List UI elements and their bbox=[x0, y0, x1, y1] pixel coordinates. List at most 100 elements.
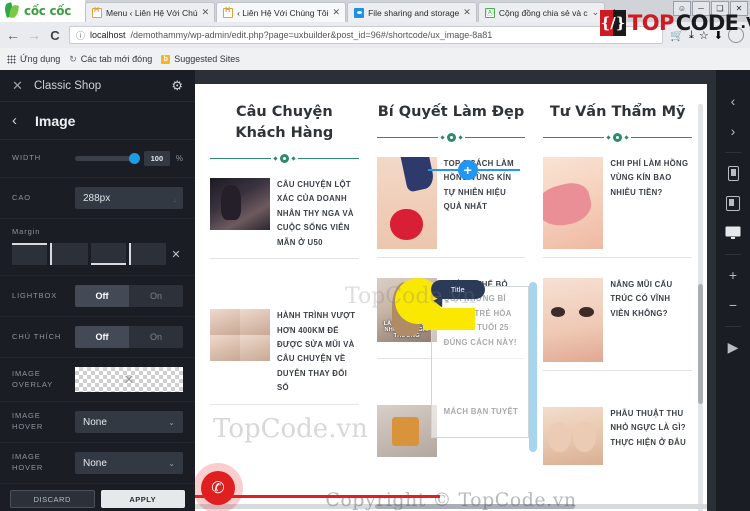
list-item[interactable]: CHI PHÍ LÀM HỒNG VÙNG KÍN BAO NHIÊU TIỀN… bbox=[543, 151, 693, 259]
close-icon[interactable]: ✕ bbox=[202, 7, 210, 18]
post-title[interactable]: PHẪU THUẬT THU NHỎ NGỰC LÀ GÌ? THỰC HIỆN… bbox=[610, 407, 692, 465]
column-title: Tư Vấn Thẩm Mỹ bbox=[549, 104, 686, 120]
close-icon[interactable]: ✕ bbox=[12, 78, 34, 94]
back-icon[interactable]: ← bbox=[6, 27, 20, 43]
image-hover-select[interactable]: None ⌄ bbox=[75, 411, 183, 433]
app-root: cốc cốc Menu ‹ Liên Hệ Với Chú ✕ ‹ Liên … bbox=[0, 0, 750, 511]
image-overlay-color-swatch[interactable]: ✕ bbox=[75, 367, 183, 392]
column-title: Câu Chuyện Khách Hàng bbox=[235, 104, 334, 142]
flower-ornament-icon bbox=[446, 133, 456, 143]
bookmark-label: Suggested Sites bbox=[174, 54, 240, 64]
margin-bottom-input[interactable] bbox=[90, 243, 126, 265]
list-item[interactable]: NÂNG MŨI CẤU TRÚC CÓ VĨNH VIỄN KHÔNG? bbox=[543, 272, 693, 372]
post-thumbnail[interactable] bbox=[543, 278, 604, 363]
column-3[interactable]: Tư Vấn Thẩm Mỹ CHI PHÍ LÀM HỒNG VÙNG KÍN… bbox=[534, 84, 701, 511]
list-item[interactable]: TOP 3 CÁCH LÀM HỒNG VÙNG KÍN TỰ NHIÊN HI… bbox=[376, 151, 526, 259]
chevron-down-icon: ⌄ bbox=[168, 417, 175, 427]
image-hover-select-2[interactable]: None ⌄ bbox=[75, 452, 183, 474]
post-thumbnail[interactable] bbox=[210, 309, 270, 362]
browser-tab-3[interactable]: Cộng đồng chia sẻ và c ⌄ bbox=[477, 2, 606, 22]
back-icon[interactable]: ‹ bbox=[12, 112, 17, 129]
address-bar[interactable]: ⓘ localhost/demothammy/wp-admin/edit.php… bbox=[69, 26, 664, 44]
forward-icon[interactable]: → bbox=[27, 27, 41, 43]
margin-right-input[interactable] bbox=[50, 243, 88, 265]
close-icon[interactable]: ✕ bbox=[463, 7, 471, 18]
list-item[interactable]: PHẪU THUẬT THU NHỎ NGỰC LÀ GÌ? THỰC HIỆN… bbox=[543, 401, 692, 473]
lightbox-on-option[interactable]: On bbox=[129, 285, 183, 307]
copyright-watermark: Copyright © TopCode.vn bbox=[325, 489, 577, 511]
tablet-view-icon[interactable] bbox=[716, 188, 750, 218]
list-item[interactable]: CÂU CHUYỆN LỘT XÁC CỦA DOANH NHÂN THY NG… bbox=[210, 172, 359, 260]
post-title[interactable]: CÂU CHUYỆN LỘT XÁC CỦA DOANH NHÂN THY NG… bbox=[277, 178, 359, 250]
field-caption: Chú thích Off On bbox=[0, 317, 195, 358]
caption-off-option[interactable]: Off bbox=[75, 326, 129, 348]
zoom-out-icon[interactable]: − bbox=[716, 290, 750, 320]
preview-play-icon[interactable]: ▶ bbox=[716, 332, 750, 362]
post-title[interactable]: HÀNH TRÌNH VƯỢT HƠN 400KM ĐỂ ĐƯỢC SỬA MŨ… bbox=[277, 309, 359, 396]
sidebar-subheader: ‹ Image bbox=[0, 102, 195, 140]
list-item[interactable]: HÀNH TRÌNH VƯỢT HƠN 400KM ĐỂ ĐƯỢC SỬA MŨ… bbox=[210, 303, 359, 405]
field-label: Width bbox=[12, 153, 42, 163]
field-label: Cao bbox=[12, 192, 31, 202]
field-label: Image Overlay bbox=[12, 368, 54, 389]
zoom-in-icon[interactable]: + bbox=[716, 260, 750, 290]
resize-handle-icon[interactable]: ⌟ bbox=[173, 193, 177, 204]
browser-tab-0[interactable]: Menu ‹ Liên Hệ Với Chú ✕ bbox=[85, 2, 216, 22]
lightbox-toggle[interactable]: Off On bbox=[75, 285, 183, 307]
wordpress-icon bbox=[92, 7, 102, 18]
field-label: Lightbox bbox=[12, 290, 58, 300]
caption-on-option[interactable]: On bbox=[129, 326, 183, 348]
field-margin: Margin ✕ bbox=[0, 219, 195, 276]
builder-right-toolbar: ‹ › + − ▶ bbox=[716, 70, 750, 511]
field-image-overlay: Image Overlay ✕ bbox=[0, 358, 195, 402]
browser-tab-1[interactable]: ‹ Liên Hệ Với Chúng Tôi ✕ bbox=[216, 2, 347, 22]
post-thumbnail[interactable] bbox=[210, 178, 270, 231]
post-thumbnail[interactable] bbox=[543, 407, 604, 466]
caption-toggle[interactable]: Off On bbox=[75, 326, 183, 348]
image-hover-value: None bbox=[83, 416, 107, 428]
chevron-down-icon[interactable]: ⌄ bbox=[592, 7, 600, 18]
field-label: Chú thích bbox=[12, 331, 62, 341]
column-1[interactable]: Câu Chuyện Khách Hàng CÂU CHUYỆN LỘT XÁC… bbox=[195, 84, 368, 511]
width-value[interactable]: 100 bbox=[143, 151, 170, 166]
margin-top-input[interactable] bbox=[12, 243, 48, 265]
redo-icon[interactable]: › bbox=[716, 116, 750, 146]
field-height: Cao 288px ⌟ bbox=[0, 178, 195, 219]
browser-tab-2[interactable]: File sharing and storage ✕ bbox=[347, 2, 477, 22]
margin-left-input[interactable] bbox=[128, 243, 166, 265]
margin-inputs: ✕ bbox=[12, 243, 183, 265]
highlight-blob-2 bbox=[422, 308, 475, 331]
scrollbar-thumb[interactable] bbox=[698, 284, 703, 404]
add-element-button[interactable]: + bbox=[457, 160, 478, 180]
topcode-watermark-logo: {/} TOPCODE.VN bbox=[600, 10, 750, 36]
bookmark-recent-tabs[interactable]: ↻ Các tab mới đóng bbox=[69, 54, 152, 65]
discard-button[interactable]: DISCARD bbox=[10, 490, 95, 508]
tab-label: Menu ‹ Liên Hệ Với Chú bbox=[106, 7, 198, 18]
height-input[interactable]: 288px ⌟ bbox=[75, 187, 183, 209]
canvas-vertical-scrollbar[interactable] bbox=[698, 104, 703, 511]
bookmark-apps[interactable]: Ứng dụng bbox=[7, 54, 60, 64]
post-thumbnail[interactable] bbox=[376, 405, 437, 458]
annotation-underline bbox=[195, 495, 440, 498]
close-icon[interactable]: ✕ bbox=[333, 7, 341, 18]
info-circle-icon: ⓘ bbox=[76, 30, 86, 41]
selection-resize-bar[interactable] bbox=[528, 282, 537, 453]
slider-handle[interactable] bbox=[128, 153, 140, 164]
post-thumbnail[interactable] bbox=[543, 157, 604, 250]
mobile-view-icon[interactable] bbox=[716, 158, 750, 188]
bookmark-suggested-sites[interactable]: b Suggested Sites bbox=[161, 54, 240, 64]
desktop-view-icon[interactable] bbox=[716, 218, 750, 248]
url-host: localhost bbox=[90, 30, 126, 40]
undo-icon[interactable]: ‹ bbox=[716, 86, 750, 116]
gear-icon[interactable]: ⚙ bbox=[171, 78, 183, 94]
post-title[interactable]: NÂNG MŨI CẤU TRÚC CÓ VĨNH VIỄN KHÔNG? bbox=[610, 278, 692, 362]
post-title[interactable]: CHI PHÍ LÀM HỒNG VÙNG KÍN BAO NHIÊU TIỀN… bbox=[610, 157, 692, 249]
lightbox-off-option[interactable]: Off bbox=[75, 285, 129, 307]
history-icon: ↻ bbox=[69, 53, 77, 64]
coccoc-brand-label: cốc cốc bbox=[24, 4, 72, 18]
width-slider[interactable] bbox=[75, 153, 140, 164]
clear-margin-icon[interactable]: ✕ bbox=[169, 248, 183, 261]
reload-icon[interactable]: C bbox=[48, 28, 62, 43]
apply-button[interactable]: APPLY bbox=[100, 490, 185, 508]
toolbar-divider bbox=[716, 248, 750, 260]
